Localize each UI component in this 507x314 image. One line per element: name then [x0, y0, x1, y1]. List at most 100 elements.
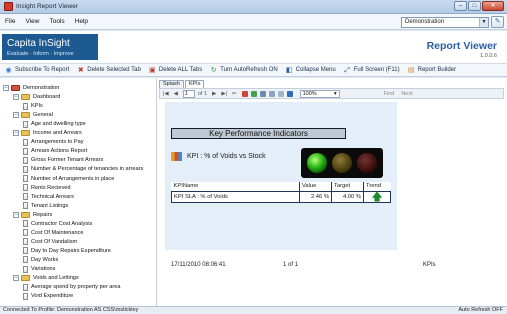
collapse-menu-button[interactable]: ◧ Collapse Menu [286, 67, 336, 74]
full-screen-button[interactable]: ⤢ Full Screen (F11) [344, 66, 400, 74]
tree-item-voids-and-lettings[interactable]: − Voids and Lettings [13, 274, 79, 282]
page-setup-icon[interactable] [277, 90, 284, 97]
close-icon[interactable]: ✕ [482, 1, 504, 11]
back-icon[interactable]: ⇐ [232, 91, 237, 97]
traffic-light-red [356, 153, 377, 173]
minimize-icon[interactable]: – [454, 1, 467, 11]
collapse-toggle-icon[interactable]: − [13, 94, 19, 101]
page-number-input[interactable]: 1 [182, 89, 195, 98]
print-layout-icon[interactable] [268, 90, 275, 97]
refresh-report-icon[interactable] [250, 90, 257, 97]
collapse-toggle-icon[interactable]: − [13, 130, 19, 137]
folder-icon [21, 275, 30, 282]
zoom-select[interactable]: 100% ▾ [299, 89, 340, 98]
collapse-toggle-icon[interactable]: − [3, 85, 9, 91]
report-builder-label: Report Builder [417, 67, 456, 73]
export-icon[interactable] [286, 90, 293, 97]
tree-item-label: Variations [31, 266, 56, 272]
report-page-icon [23, 138, 28, 146]
delete-selected-tab-button[interactable]: ✖ Delete Selected Tab [77, 67, 141, 74]
report-page-icon [23, 156, 28, 164]
profile-icon [11, 85, 20, 91]
report-tree: − Demonstration − Dashboard KPIs − General Age … [1, 80, 154, 306]
next-link[interactable]: Next [401, 91, 412, 97]
report-page: Key Performance Indicators KPI : % of Vo… [165, 102, 436, 302]
folder-icon [21, 94, 30, 101]
print-icon[interactable] [259, 90, 266, 97]
edit-profile-button[interactable]: ✎ [491, 16, 504, 28]
tree-item-void-expenditure[interactable]: Void Expenditure [23, 292, 73, 300]
trend-up-arrow-icon: 🡅 [363, 190, 391, 203]
kpi-table-header: KPIName Value Target Trend [171, 182, 391, 192]
tree-item-income-and-arrears[interactable]: − Income and Arrears [13, 129, 82, 137]
tree-item-age-and-dwelling-type[interactable]: Age and dwelling type [23, 120, 86, 128]
brand-tagline: Evaluate · Inform · Improve [7, 51, 74, 57]
first-page-icon[interactable]: |◀ [163, 91, 169, 97]
tree-item-day-works[interactable]: Day Works [23, 256, 58, 264]
report-viewer: Splash KPIs |◀ ◀ 1 of 1 ▶ ▶| ⇐ 100% ▾ Fin… [156, 78, 507, 306]
kpi-value-cell: 2.46 % [299, 190, 332, 203]
report-builder-button[interactable]: ▤ Report Builder [408, 67, 456, 74]
delete-tab-icon: ✖ [77, 66, 84, 74]
tree-item-contractor-cost-analysis[interactable]: Contractor Cost Analysis [23, 220, 92, 228]
stop-icon[interactable] [241, 90, 248, 97]
tree-item-technical-arrears[interactable]: Technical Arrears [23, 193, 74, 201]
tree-item-day-to-day-repairs-expenditure[interactable]: Day to Day Repairs Expenditure [23, 247, 111, 255]
collapse-toggle-icon[interactable]: − [13, 211, 19, 218]
tree-item-arrears-actions-report[interactable]: Arrears Actions Report [23, 147, 87, 155]
fullscreen-icon: ⤢ [344, 66, 351, 74]
report-page-icon [23, 120, 28, 128]
menu-tools[interactable]: Tools [44, 18, 69, 25]
tree-item-rents-recieved[interactable]: Rents Recieved [23, 184, 71, 192]
tree-item-gross-former-tenant-arrears[interactable]: Gross Former Tenant Arrears [23, 156, 103, 164]
tree-item-kpis[interactable]: KPIs [23, 102, 43, 110]
traffic-light-amber [331, 153, 352, 173]
collapse-toggle-icon[interactable]: − [13, 275, 19, 282]
tab-splash[interactable]: Splash [159, 80, 184, 88]
maximize-icon[interactable]: □ [468, 1, 481, 11]
chevron-down-icon[interactable]: ▼ [479, 18, 488, 27]
tree-item-average-spend-by-property-per-area[interactable]: Average spend by property per area [23, 283, 120, 291]
menu-view[interactable]: View [20, 18, 44, 25]
menu-file[interactable]: File [0, 18, 20, 25]
tree-item-dashboard[interactable]: − Dashboard [13, 93, 60, 101]
tree-item-number-percentage-of-tenancies-in-arrears[interactable]: Number & Percentage of tenancies in arre… [23, 165, 143, 173]
tree-item-label: Average spend by property per area [31, 284, 121, 291]
next-page-icon[interactable]: ▶ [212, 91, 216, 97]
tree-item-cost-of-maintenance[interactable]: Cost Of Maintenance [23, 229, 84, 237]
report-builder-icon: ▤ [407, 66, 415, 74]
autorefresh-button[interactable]: ↻ Turn AutoRefresh ON [210, 67, 278, 74]
tree-item-variations[interactable]: Variations [23, 265, 55, 273]
delete-all-tabs-button[interactable]: ▣ Delete ALL Tabs [149, 67, 202, 74]
tree-item-cost-of-vandalism[interactable]: Cost Of Vandalism [23, 238, 77, 246]
window-titlebar: Insight Report Viewer – □ ✕ [0, 0, 507, 14]
tree-item-demonstration[interactable]: − Demonstration [3, 84, 59, 92]
full-screen-label: Full Screen (F11) [353, 67, 400, 73]
find-link[interactable]: Find [384, 91, 395, 97]
traffic-light [301, 148, 383, 178]
kpi-label: KPI : % of Voids vs Stock [187, 153, 266, 160]
report-page-icon [23, 147, 28, 155]
main-toolbar: ◉ Subscribe To Report ✖ Delete Selected Ta… [0, 64, 507, 77]
window-title: Insight Report Viewer [16, 3, 79, 10]
tree-item-repairs[interactable]: − Repairs [13, 211, 52, 219]
delete-selected-tab-label: Delete Selected Tab [87, 67, 141, 73]
tree-item-tenant-listings[interactable]: Tenant Listings [23, 202, 68, 210]
profile-select[interactable]: Demonstration ▼ [401, 17, 489, 28]
col-kpiname: KPIName [171, 182, 300, 192]
report-page-icon [23, 283, 28, 291]
last-page-icon[interactable]: ▶| [221, 91, 227, 97]
previous-page-icon[interactable]: ◀ [174, 91, 178, 97]
tree-item-number-of-arrangements-in-place[interactable]: Number of Arrangements in place [23, 175, 114, 183]
tab-kpis[interactable]: KPIs [184, 80, 205, 88]
tree-item-label: Day to Day Repairs Expenditure [31, 247, 111, 254]
menu-help[interactable]: Help [70, 18, 93, 25]
tree-item-arrangements-to-pay[interactable]: Arrangements to Pay [23, 138, 84, 146]
subscribe-button[interactable]: ◉ Subscribe To Report [5, 67, 69, 74]
tree-item-label: Tenant Listings [31, 202, 69, 209]
app-icon [4, 2, 13, 11]
tree-item-general[interactable]: − General [13, 111, 53, 119]
page-total: of 1 [197, 90, 208, 97]
tree-item-label: General [33, 112, 53, 119]
collapse-toggle-icon[interactable]: − [13, 112, 19, 119]
